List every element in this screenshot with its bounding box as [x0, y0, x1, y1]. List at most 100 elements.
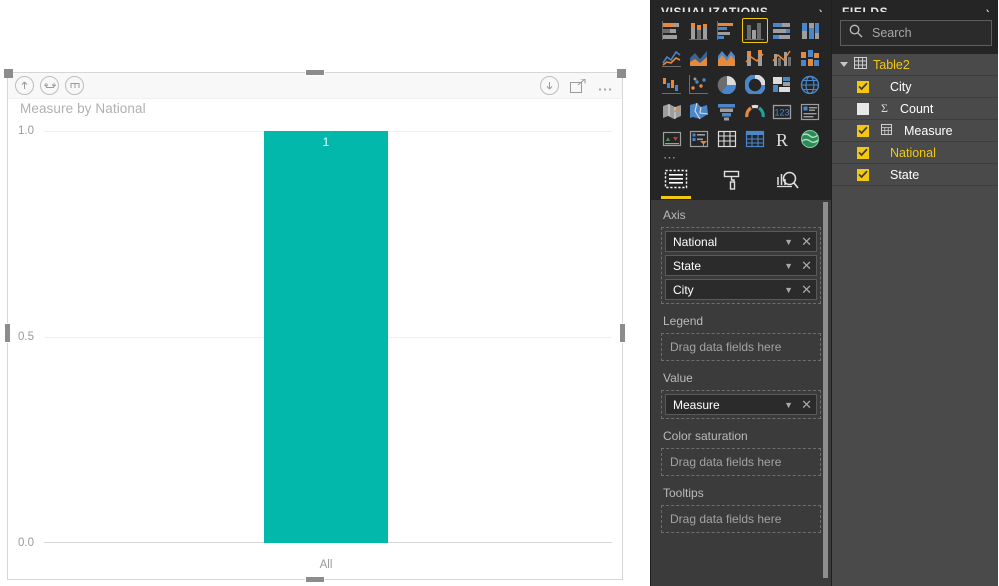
- visualizations-pane-title: VISUALIZATIONS: [661, 5, 769, 12]
- well-field-name: State: [673, 258, 702, 273]
- fields-pane-header: FIELDS ›: [832, 0, 998, 12]
- well-dropzone-value[interactable]: Measure ▼ ✕: [661, 390, 821, 419]
- checkbox-checked-icon[interactable]: [857, 146, 869, 159]
- card-icon[interactable]: 123: [770, 99, 796, 124]
- focus-mode-icon[interactable]: [569, 76, 588, 95]
- visual-actions[interactable]: ⋯: [539, 76, 615, 97]
- tab-analytics[interactable]: [771, 165, 805, 199]
- search-input[interactable]: [870, 25, 990, 41]
- treemap-icon[interactable]: [770, 72, 796, 97]
- fields-tree[interactable]: Table2 City Σ Count Measure National State: [832, 54, 998, 186]
- waterfall-chart-icon[interactable]: [659, 72, 685, 97]
- well-dropzone-legend[interactable]: Drag data fields here: [661, 333, 821, 361]
- kpi-icon[interactable]: [659, 126, 685, 151]
- clustered-bar-chart-icon[interactable]: [714, 18, 740, 43]
- resize-handle-left[interactable]: [4, 323, 11, 343]
- shape-map-icon[interactable]: [687, 99, 713, 124]
- resize-handle-top-right[interactable]: [617, 69, 626, 78]
- well-dropzone-tooltips[interactable]: Drag data fields here: [661, 505, 821, 533]
- fields-search-container: [832, 12, 998, 54]
- field-name: Count: [899, 101, 934, 116]
- svg-text:R: R: [776, 130, 788, 148]
- field-row[interactable]: National: [832, 142, 998, 164]
- more-options-icon[interactable]: ⋯: [598, 76, 615, 97]
- 100-percent-stacked-bar-chart-icon[interactable]: [770, 18, 796, 43]
- stacked-bar-chart-icon[interactable]: [659, 18, 685, 43]
- checkbox-unchecked-icon[interactable]: [857, 102, 869, 115]
- checkbox-checked-icon[interactable]: [857, 168, 869, 181]
- resize-handle-right[interactable]: [619, 323, 626, 343]
- filled-map-icon[interactable]: [659, 99, 685, 124]
- ribbon-chart-icon[interactable]: [797, 45, 823, 70]
- resize-handle-top-left[interactable]: [4, 69, 13, 78]
- collapse-fields-chevron-icon[interactable]: ›: [986, 6, 990, 12]
- fields-pane-title: FIELDS: [842, 5, 889, 12]
- r-script-visual-icon[interactable]: R: [770, 126, 796, 151]
- 100-percent-stacked-column-chart-icon[interactable]: [797, 18, 823, 43]
- clustered-column-chart-visual[interactable]: ⋯ Measure by National 1.0 0.5 0.0 1 All: [4, 69, 626, 583]
- well-dropzone-color-saturation[interactable]: Drag data fields here: [661, 448, 821, 476]
- collapse-visualizations-chevron-icon[interactable]: ›: [819, 6, 823, 12]
- visualization-gallery[interactable]: 123 R ⋯: [651, 12, 831, 164]
- chevron-down-icon[interactable]: ▼: [784, 400, 793, 410]
- stacked-area-chart-icon[interactable]: [714, 45, 740, 70]
- svg-text:123: 123: [775, 108, 790, 118]
- tab-fields[interactable]: [659, 165, 693, 199]
- field-row[interactable]: City: [832, 76, 998, 98]
- arcgis-map-icon[interactable]: [797, 126, 823, 151]
- map-icon[interactable]: [797, 72, 823, 97]
- field-row[interactable]: Σ Count: [832, 98, 998, 120]
- matrix-icon[interactable]: [742, 126, 768, 151]
- resize-handle-top[interactable]: [305, 69, 325, 76]
- expand-collapse-triangle-icon[interactable]: [840, 62, 848, 67]
- line-chart-icon[interactable]: [659, 45, 685, 70]
- well-field-chip[interactable]: City ▼ ✕: [665, 279, 817, 300]
- line-and-stacked-column-chart-icon[interactable]: [742, 45, 768, 70]
- line-and-clustered-column-chart-icon[interactable]: [770, 45, 796, 70]
- scatter-chart-icon[interactable]: [687, 72, 713, 97]
- bar-column-all[interactable]: [264, 131, 388, 543]
- drill-down-hierarchy-icon[interactable]: [65, 76, 84, 95]
- well-field-chip[interactable]: National ▼ ✕: [665, 231, 817, 252]
- fields-table-row[interactable]: Table2: [832, 54, 998, 76]
- clustered-column-chart-icon[interactable]: [741, 18, 768, 43]
- field-wells-scrollbar[interactable]: [823, 202, 828, 578]
- resize-handle-bottom[interactable]: [305, 576, 325, 583]
- tab-format[interactable]: [715, 165, 749, 199]
- remove-field-icon[interactable]: ✕: [801, 398, 812, 411]
- checkbox-checked-icon[interactable]: [857, 124, 869, 137]
- visualization-pane-tabs[interactable]: [651, 164, 831, 200]
- funnel-chart-icon[interactable]: [714, 99, 740, 124]
- area-chart-icon[interactable]: [687, 45, 713, 70]
- more-visuals-icon[interactable]: ⋯: [659, 151, 823, 164]
- stacked-column-chart-icon[interactable]: [687, 18, 713, 43]
- report-canvas[interactable]: ⋯ Measure by National 1.0 0.5 0.0 1 All: [0, 0, 650, 586]
- checkbox-checked-icon[interactable]: [857, 80, 869, 93]
- table-icon[interactable]: [714, 126, 740, 151]
- well-field-chip[interactable]: State ▼ ✕: [665, 255, 817, 276]
- fields-search-box[interactable]: [840, 20, 992, 46]
- gauge-icon[interactable]: [742, 99, 768, 124]
- field-row[interactable]: State: [832, 164, 998, 186]
- donut-chart-icon[interactable]: [742, 72, 768, 97]
- chevron-down-icon[interactable]: ▼: [784, 261, 793, 271]
- drill-up-icon[interactable]: [15, 76, 34, 95]
- well-label-color-saturation: Color saturation: [663, 429, 748, 443]
- well-field-chip[interactable]: Measure ▼ ✕: [665, 394, 817, 415]
- drill-down-toggle-icon[interactable]: [539, 76, 559, 95]
- slicer-icon[interactable]: [687, 126, 713, 151]
- multi-row-card-icon[interactable]: [797, 99, 823, 124]
- chevron-down-icon[interactable]: ▼: [784, 237, 793, 247]
- field-row[interactable]: Measure: [832, 120, 998, 142]
- expand-next-level-icon[interactable]: [40, 76, 59, 95]
- remove-field-icon[interactable]: ✕: [801, 235, 812, 248]
- field-wells[interactable]: Axis National ▼ ✕ State ▼ ✕ City ▼ ✕ Legend Drag da…: [651, 200, 831, 586]
- well-label-axis: Axis: [663, 208, 686, 222]
- pie-chart-icon[interactable]: [714, 72, 740, 97]
- well-dropzone-axis[interactable]: National ▼ ✕ State ▼ ✕ City ▼ ✕: [661, 227, 821, 304]
- table-name: Table2: [873, 57, 910, 72]
- remove-field-icon[interactable]: ✕: [801, 259, 812, 272]
- visual-drill-controls[interactable]: [15, 76, 84, 95]
- remove-field-icon[interactable]: ✕: [801, 283, 812, 296]
- chevron-down-icon[interactable]: ▼: [784, 285, 793, 295]
